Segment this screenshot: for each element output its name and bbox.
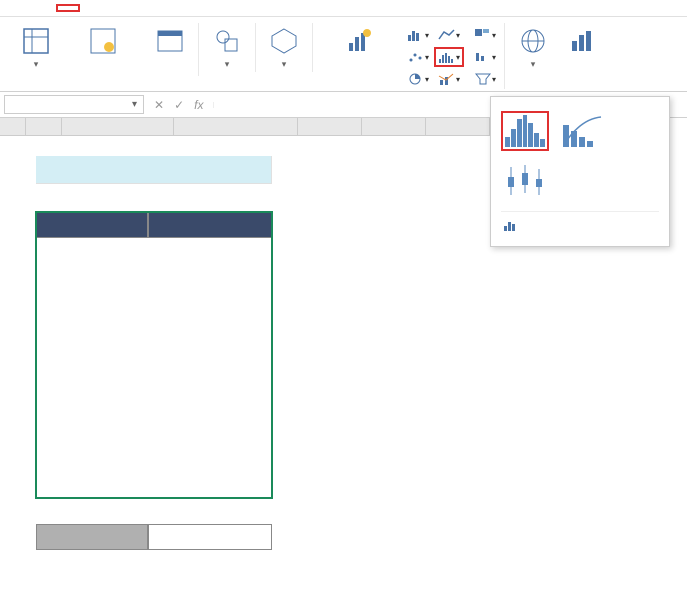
- bin-range-value[interactable]: [148, 524, 272, 550]
- menu-data[interactable]: [104, 4, 128, 12]
- column-chart-button[interactable]: ▾: [403, 25, 433, 45]
- col-header-F[interactable]: [426, 118, 490, 136]
- fx-icon[interactable]: fx: [190, 98, 207, 112]
- col-header-C[interactable]: [174, 118, 298, 136]
- recommended-pivot-tables-icon: [87, 25, 119, 57]
- scatter-chart-button[interactable]: ▾: [403, 47, 433, 67]
- menu-bar: [0, 0, 687, 17]
- recommended-charts-icon: [343, 25, 375, 57]
- table-icon: [154, 25, 186, 57]
- pareto-chart-option[interactable]: [559, 111, 607, 151]
- recommended-pivot-tables-button[interactable]: [62, 23, 144, 61]
- ribbon: ▾ ▾ ▾: [0, 17, 687, 92]
- pivot-table-button[interactable]: ▾: [12, 23, 60, 72]
- menu-insert[interactable]: [56, 4, 80, 12]
- menu-home[interactable]: [32, 4, 56, 12]
- combo-chart-button[interactable]: ▾: [434, 69, 464, 89]
- addins-button[interactable]: ▾: [260, 23, 308, 72]
- menu-developer[interactable]: [200, 4, 224, 12]
- header-month[interactable]: [36, 212, 148, 238]
- pie-chart-button[interactable]: ▾: [403, 69, 433, 89]
- name-box[interactable]: ▾: [4, 95, 144, 114]
- funnel-chart-button[interactable]: ▾: [470, 69, 500, 89]
- header-profit[interactable]: [148, 212, 272, 238]
- pivot-chart-icon: [567, 25, 599, 57]
- select-all-corner[interactable]: [0, 118, 26, 136]
- table-button[interactable]: [146, 23, 194, 61]
- shapes-icon: [211, 25, 243, 57]
- hierarchy-chart-button[interactable]: ▾: [470, 25, 500, 45]
- addins-icon: [268, 25, 300, 57]
- menu-formulas[interactable]: [80, 4, 104, 12]
- pivot-table-icon: [20, 25, 52, 57]
- bin-range-label[interactable]: [36, 524, 148, 550]
- more-statistical-charts-link[interactable]: [501, 211, 659, 238]
- name-box-dropdown-icon[interactable]: ▾: [132, 99, 137, 110]
- menu-review[interactable]: [152, 4, 176, 12]
- menu-power-pivot[interactable]: [248, 4, 272, 12]
- menu-view[interactable]: [176, 4, 200, 12]
- ribbon-group-tables: ▾: [8, 23, 199, 76]
- illustrations-button[interactable]: ▾: [203, 23, 251, 72]
- statistic-chart-dropdown: [490, 96, 670, 247]
- recommended-charts-button[interactable]: [317, 23, 401, 61]
- globe-icon: [517, 25, 549, 57]
- ribbon-group-maps: ▾: [505, 23, 611, 72]
- ribbon-group-illustrations: ▾: [199, 23, 256, 72]
- selection-outline: [35, 211, 273, 499]
- col-header-E[interactable]: [362, 118, 426, 136]
- waterfall-chart-button[interactable]: ▾: [470, 47, 500, 67]
- box-whisker-chart-option[interactable]: [501, 161, 549, 201]
- histogram-chart-option[interactable]: [501, 111, 549, 151]
- col-header-D[interactable]: [298, 118, 362, 136]
- maps-button[interactable]: ▾: [509, 23, 557, 72]
- ribbon-group-addins: ▾: [256, 23, 313, 72]
- statistic-chart-button[interactable]: ▾: [434, 47, 464, 67]
- line-chart-button[interactable]: ▾: [434, 25, 464, 45]
- col-header-B[interactable]: [62, 118, 174, 136]
- confirm-icon[interactable]: ✓: [170, 98, 188, 112]
- bar-chart-icon: [503, 218, 519, 232]
- title-cell[interactable]: [36, 156, 272, 184]
- menu-page-layout[interactable]: [128, 4, 152, 12]
- menu-help[interactable]: [224, 4, 248, 12]
- cancel-icon[interactable]: ✕: [150, 98, 168, 112]
- col-header-A[interactable]: [26, 118, 62, 136]
- ribbon-group-charts: ▾ ▾ ▾ ▾ ▾ ▾ ▾ ▾ ▾: [313, 23, 505, 89]
- pivot-chart-button[interactable]: [559, 23, 607, 61]
- menu-file[interactable]: [8, 4, 32, 12]
